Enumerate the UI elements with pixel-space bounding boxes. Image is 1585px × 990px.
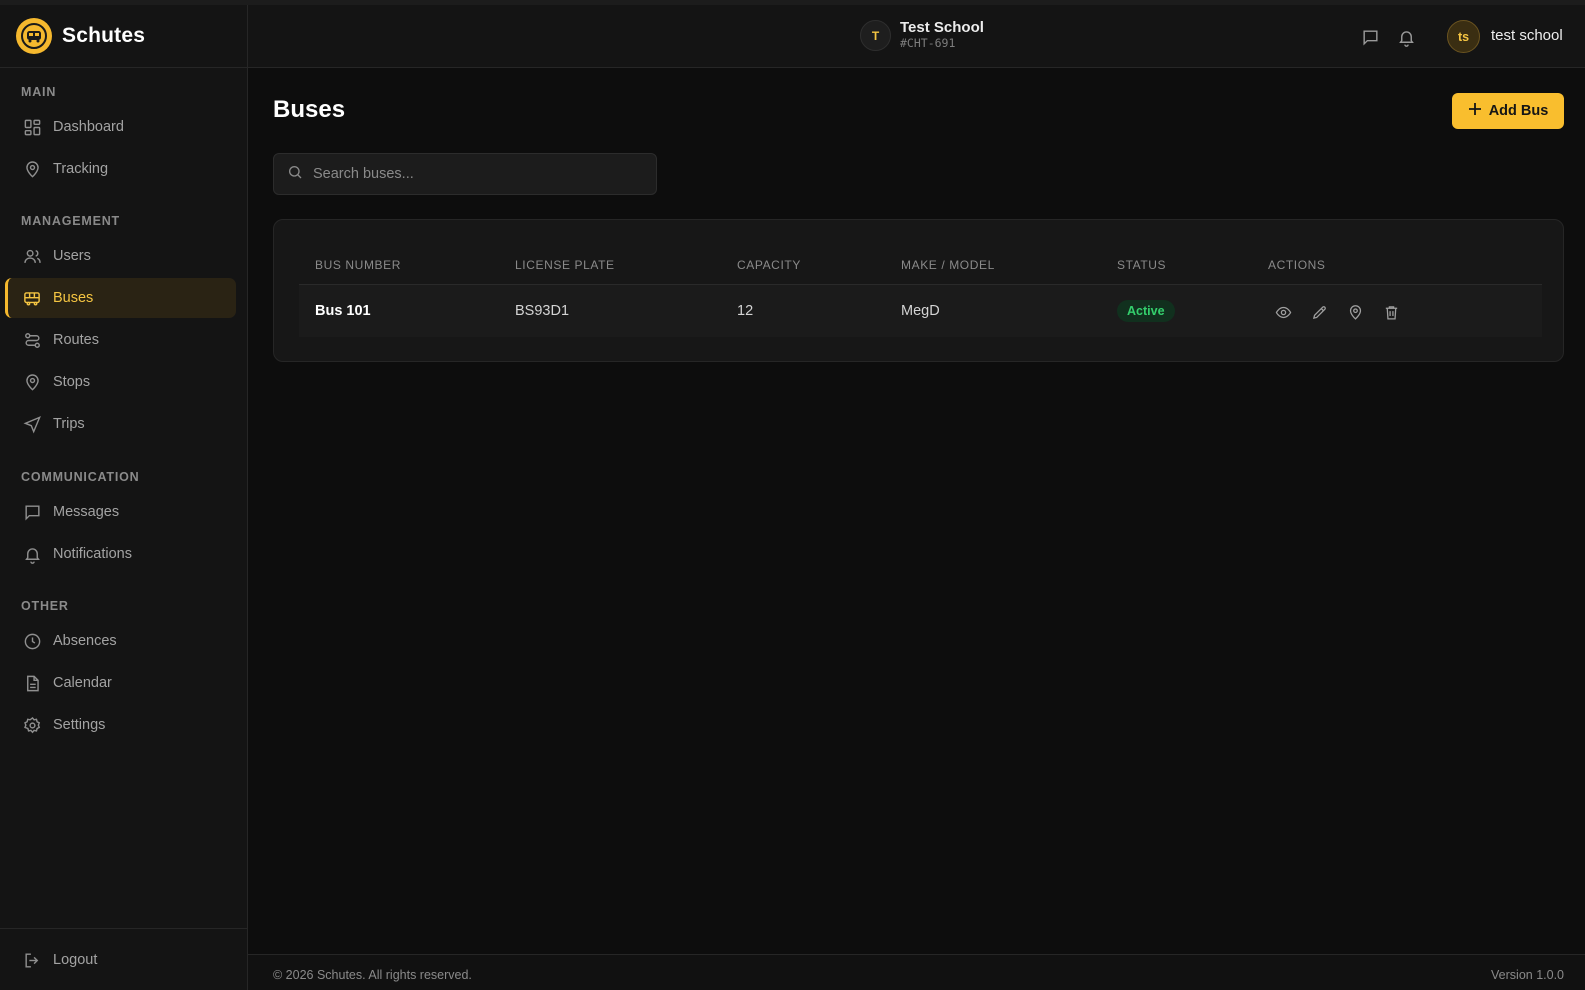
sidebar-item-label: Dashboard	[53, 119, 124, 135]
school-switcher[interactable]: T Test School #CHT-691	[860, 20, 984, 51]
search-box	[273, 153, 657, 195]
nav-section-communication: COMMUNICATION	[21, 470, 140, 484]
sidebar-item-label: Buses	[53, 290, 94, 306]
sidebar-item-messages[interactable]: Messages	[5, 492, 236, 532]
sidebar-item-settings[interactable]: Settings	[5, 705, 236, 745]
school-name: Test School	[900, 19, 984, 36]
column-header-actions: ACTIONS	[1268, 258, 1326, 272]
logout-icon	[22, 950, 42, 970]
column-header-license-plate: LICENSE PLATE	[515, 258, 615, 272]
plus-icon	[1468, 102, 1482, 120]
navigation-icon	[22, 414, 42, 434]
sidebar-item-label: Trips	[53, 416, 85, 432]
map-pin-icon	[22, 372, 42, 392]
school-avatar: T	[860, 20, 891, 51]
sidebar-item-label: Absences	[53, 633, 117, 649]
gear-icon	[22, 715, 42, 735]
top-header: T Test School #CHT-691 ts test school	[248, 5, 1585, 68]
sidebar-item-label: Calendar	[53, 675, 112, 691]
sidebar-item-stops[interactable]: Stops	[5, 362, 236, 402]
sidebar-item-label: Notifications	[53, 546, 132, 562]
file-icon	[22, 673, 42, 693]
add-bus-button[interactable]: Add Bus	[1452, 93, 1564, 129]
search-input[interactable]	[313, 166, 643, 182]
cell-bus-number: Bus 101	[315, 303, 371, 319]
page-title: Buses	[273, 96, 346, 123]
sidebar-item-absences[interactable]: Absences	[5, 621, 236, 661]
add-bus-label: Add Bus	[1488, 103, 1549, 119]
edit-icon[interactable]	[1306, 299, 1332, 325]
sidebar-item-label: Messages	[53, 504, 120, 520]
sidebar-item-label: Stops	[53, 374, 91, 390]
column-header-make-model: MAKE / MODEL	[901, 258, 995, 272]
route-icon	[22, 330, 42, 350]
nav-section-management: MANAGEMENT	[21, 214, 120, 228]
map-pin-icon[interactable]	[1342, 299, 1368, 325]
sidebar-item-trips[interactable]: Trips	[5, 404, 236, 444]
bus-logo-icon	[16, 18, 52, 54]
cell-license-plate: BS93D1	[515, 303, 570, 319]
bus-icon	[22, 288, 42, 308]
messages-icon[interactable]	[1358, 25, 1382, 49]
column-header-bus-number: BUS NUMBER	[315, 258, 402, 272]
sidebar-item-dashboard[interactable]: Dashboard	[5, 107, 236, 147]
brand[interactable]: Schutes	[0, 5, 247, 68]
sidebar-item-label: Settings	[53, 717, 106, 733]
copyright-text: © 2026 Schutes. All rights reserved.	[273, 968, 472, 982]
sidebar-item-notifications[interactable]: Notifications	[5, 534, 236, 574]
map-pin-icon	[22, 159, 42, 179]
column-header-capacity: CAPACITY	[737, 258, 801, 272]
view-icon[interactable]	[1270, 299, 1296, 325]
logout-label: Logout	[53, 952, 98, 968]
cell-make-model: MegD	[901, 303, 940, 319]
status-badge: Active	[1117, 300, 1175, 322]
bell-icon[interactable]	[1394, 25, 1418, 49]
sidebar-item-calendar[interactable]: Calendar	[5, 663, 236, 703]
sidebar-item-users[interactable]: Users	[5, 236, 236, 276]
sidebar-item-buses[interactable]: Buses	[5, 278, 236, 318]
version-text: Version 1.0.0	[1491, 968, 1564, 982]
sidebar-footer: Logout	[0, 928, 247, 990]
nav-section-main: MAIN	[21, 85, 57, 99]
cell-capacity: 12	[737, 303, 754, 319]
sidebar-item-label: Users	[53, 248, 91, 264]
nav-section-other: OTHER	[21, 599, 69, 613]
sidebar-item-routes[interactable]: Routes	[5, 320, 236, 360]
trash-icon[interactable]	[1378, 299, 1404, 325]
bell-icon	[22, 544, 42, 564]
sidebar: Schutes MAIN Dashboard Tracking MANAGEME…	[0, 5, 248, 990]
sidebar-item-tracking[interactable]: Tracking	[5, 149, 236, 189]
school-code: #CHT-691	[900, 36, 956, 50]
users-icon	[22, 246, 42, 266]
message-icon	[22, 502, 42, 522]
buses-table: BUS NUMBER LICENSE PLATE CAPACITY MAKE /…	[273, 219, 1564, 362]
search-icon	[287, 164, 303, 185]
clock-icon	[22, 631, 42, 651]
column-header-status: STATUS	[1117, 258, 1167, 272]
page-footer: © 2026 Schutes. All rights reserved. Ver…	[248, 954, 1585, 990]
dashboard-icon	[22, 117, 42, 137]
user-name[interactable]: test school	[1491, 27, 1563, 44]
user-avatar[interactable]: ts	[1447, 20, 1480, 53]
sidebar-item-label: Routes	[53, 332, 99, 348]
logout-button[interactable]: Logout	[5, 940, 236, 980]
brand-name: Schutes	[62, 24, 146, 47]
sidebar-item-label: Tracking	[53, 161, 109, 177]
